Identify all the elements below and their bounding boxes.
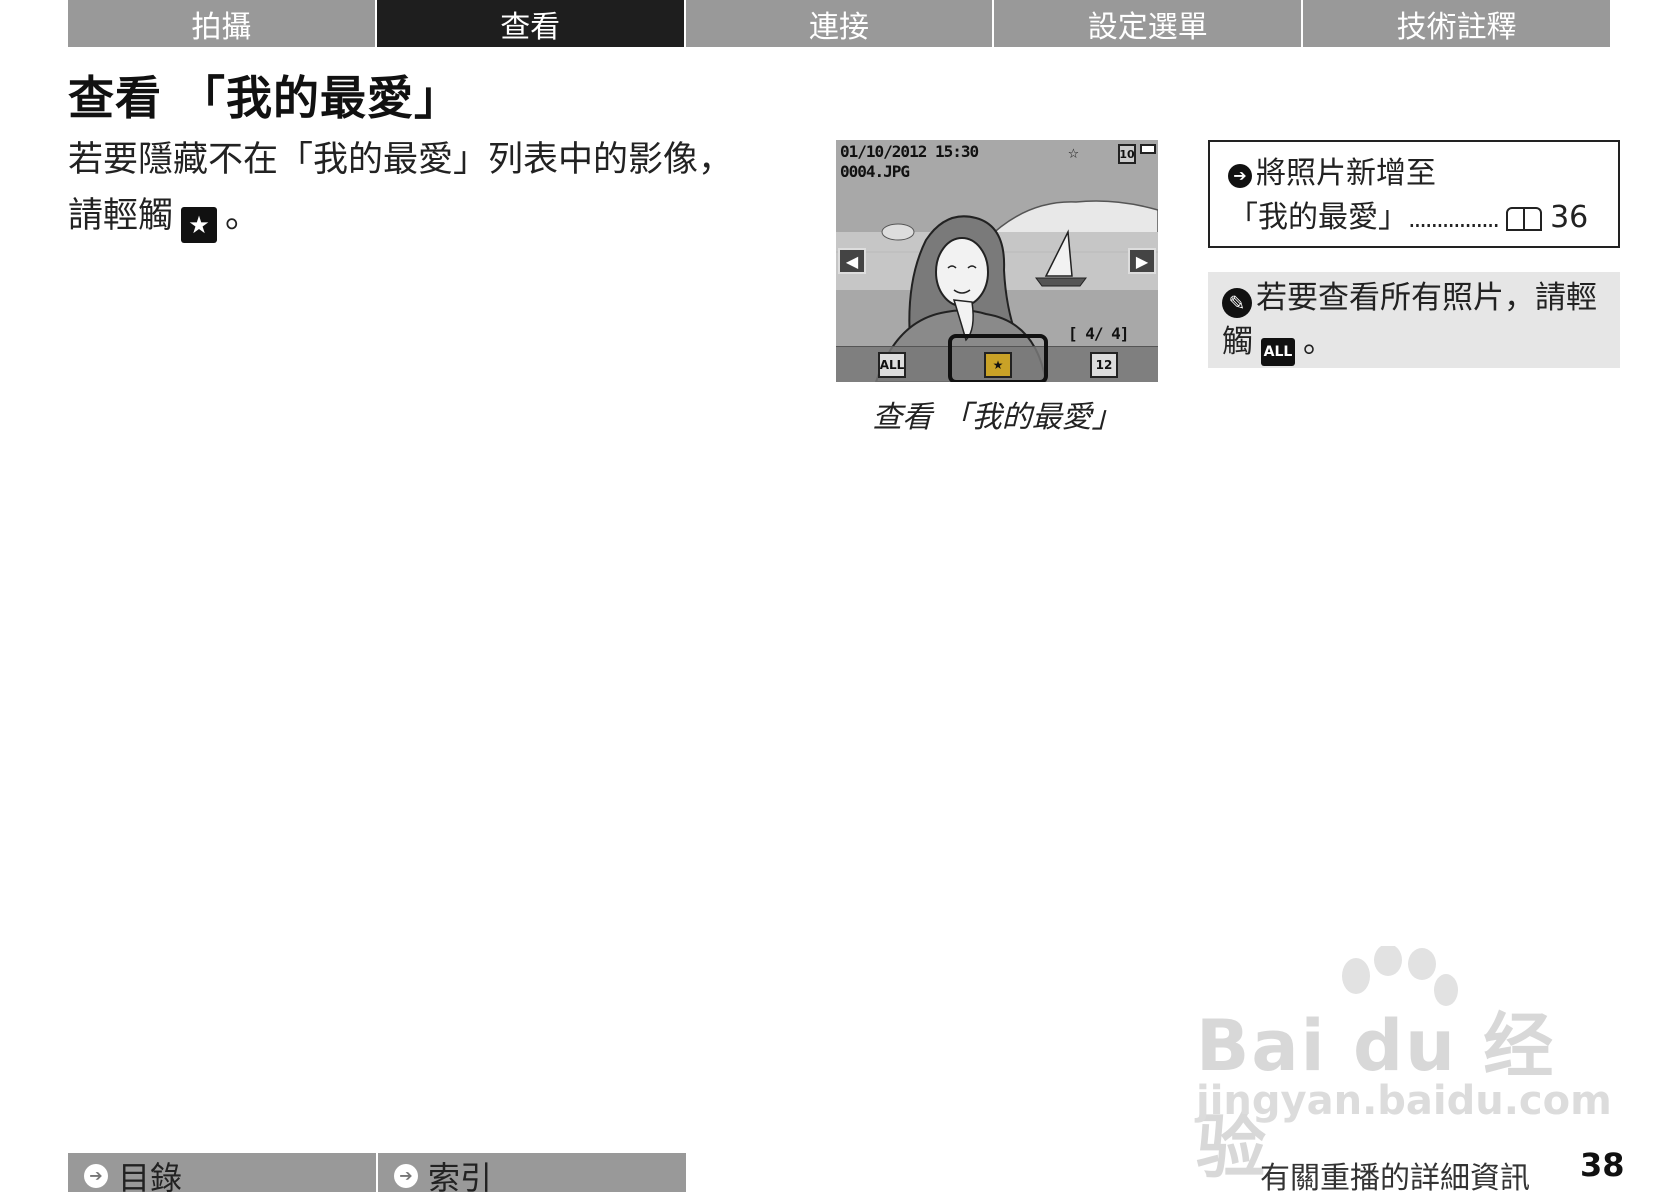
calendar-view-button[interactable]: 12 <box>1090 352 1118 378</box>
tab-setup-menu[interactable]: 設定選單 <box>994 0 1304 47</box>
note-line-2: 觸 ALL。 <box>1222 320 1606 366</box>
note-box: ✎ 若要查看所有照片，請輕 觸 ALL。 <box>1208 272 1620 368</box>
favorite-star-icon: ★ <box>181 207 218 243</box>
battery-icon <box>1140 144 1156 154</box>
next-image-button[interactable]: ▶ <box>1128 248 1156 274</box>
note-line-1: ✎ 若要查看所有照片，請輕 <box>1222 276 1606 320</box>
watermark-url: jingyan.baidu.com <box>1196 1078 1612 1124</box>
page-number: 38 <box>1580 1146 1625 1184</box>
pencil-note-icon: ✎ <box>1222 288 1252 318</box>
body-line-1: 若要隱藏不在「我的最愛」列表中的影像， <box>68 140 734 180</box>
book-page-icon <box>1506 207 1543 231</box>
favorites-highlight-frame <box>948 334 1048 382</box>
cross-reference-box: ➔ 將照片新增至 「我的最愛」................ 36 <box>1208 140 1620 248</box>
image-counter: [ 4/ 4] <box>1068 324 1129 343</box>
arrow-circle-icon: ➔ <box>394 1163 418 1188</box>
arrow-circle-icon: ➔ <box>1228 164 1252 188</box>
ref-page-number[interactable]: 36 <box>1550 200 1588 235</box>
index-link[interactable]: ➔ 索引 <box>378 1153 688 1192</box>
top-tab-bar: 拍攝 查看 連接 設定選單 技術註釋 <box>68 0 1610 47</box>
favorite-indicator-icon: ☆ <box>1068 142 1079 163</box>
internal-memory-icon: 10 <box>1118 144 1136 164</box>
filename-readout: 0004.JPG <box>840 162 910 181</box>
all-images-button[interactable]: ALL <box>878 352 906 378</box>
section-footer-label: 有關重播的詳細資訊 <box>1260 1161 1530 1192</box>
page-title: 查看 「我的最愛」 <box>68 71 462 125</box>
arrow-circle-icon: ➔ <box>84 1163 108 1188</box>
ref-line-1: ➔ 將照片新增至 <box>1228 152 1600 196</box>
camera-screen-illustration: 01/10/2012 15:30 0004.JPG ☆ 10 ◀ ▶ [ 4/ … <box>836 140 1158 382</box>
tab-connections[interactable]: 連接 <box>685 0 995 47</box>
tab-technical-notes[interactable]: 技術註釋 <box>1303 0 1610 47</box>
all-images-icon: ALL <box>1261 338 1295 366</box>
ref-line-2[interactable]: 「我的最愛」................ 36 <box>1228 196 1600 241</box>
previous-image-button[interactable]: ◀ <box>838 248 866 274</box>
tab-shooting[interactable]: 拍攝 <box>68 0 377 47</box>
body-paragraph: 若要隱藏不在「我的最愛」列表中的影像， 請輕觸 ★。 <box>68 132 828 244</box>
baidu-watermark: Bai du 经验 jingyan.baidu.com <box>1196 946 1612 1188</box>
table-of-contents-link[interactable]: ➔ 目錄 <box>68 1153 378 1192</box>
bottom-nav: ➔ 目錄 ➔ 索引 <box>68 1153 688 1192</box>
tab-playback[interactable]: 查看 <box>376 0 686 47</box>
date-time-readout: 01/10/2012 15:30 <box>840 142 979 161</box>
figure-caption: 查看 「我的最愛」 <box>872 400 1122 435</box>
body-line-2: 請輕觸 ★。 <box>68 188 828 244</box>
